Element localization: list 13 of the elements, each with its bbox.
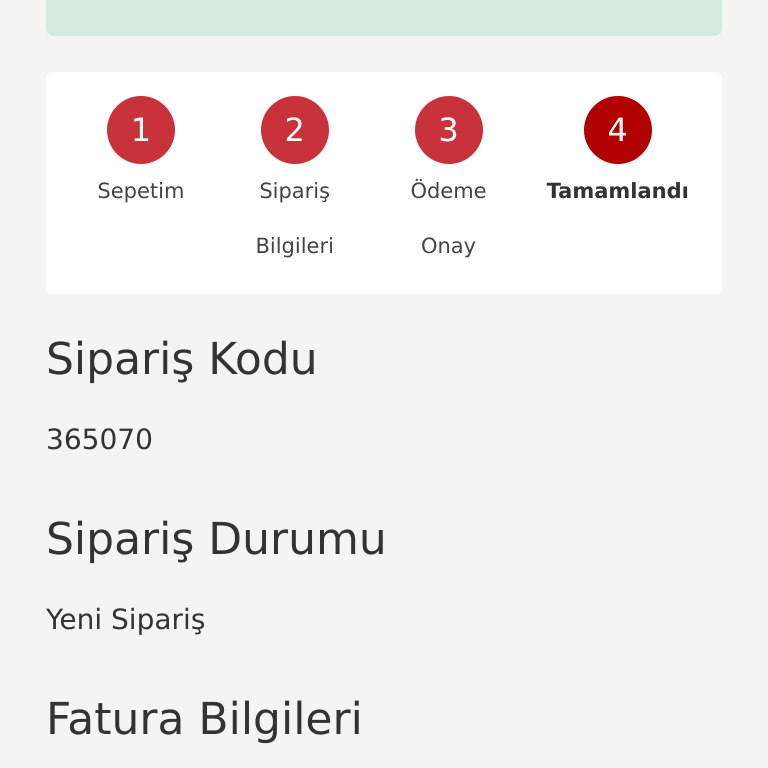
step-number: 1 bbox=[106, 96, 175, 164]
step-label: Ödeme Onay bbox=[409, 178, 488, 260]
step-label: Sipariş Bilgileri bbox=[254, 178, 335, 260]
section-heading: Fatura Bilgileri bbox=[46, 693, 364, 747]
step-label: Tamamlandı bbox=[546, 178, 689, 205]
step-number: 4 bbox=[584, 96, 652, 164]
step-label: Sepetim bbox=[96, 178, 186, 205]
section-value: 365070 bbox=[46, 422, 154, 458]
section-heading: Sipariş Durumu bbox=[46, 513, 388, 567]
section-value: Yeni Sipariş bbox=[46, 602, 206, 638]
step-number: 3 bbox=[414, 96, 483, 164]
step-number: 2 bbox=[260, 96, 329, 164]
section-heading: Sipariş Kodu bbox=[46, 333, 319, 387]
